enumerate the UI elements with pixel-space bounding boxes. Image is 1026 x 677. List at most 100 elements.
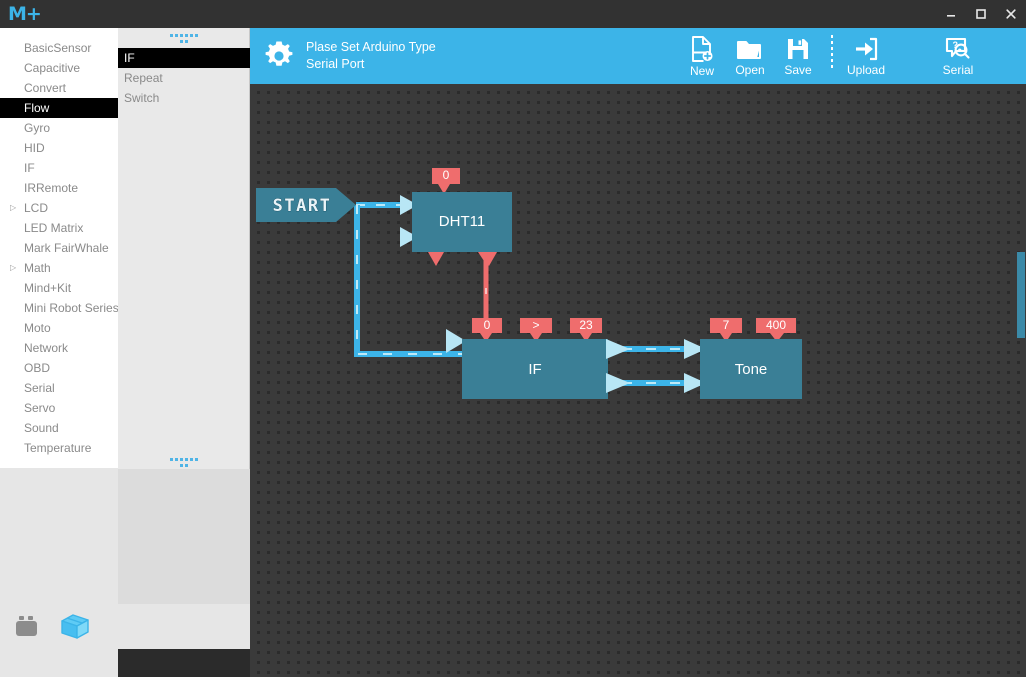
sidebar-item-label: Temperature (24, 441, 92, 455)
window-controls (936, 0, 1026, 28)
sidebar-item-label: Mini Robot Series (24, 301, 118, 315)
sidebar-item-obd[interactable]: OBD (0, 358, 118, 378)
minimize-icon (947, 15, 955, 17)
upload-button[interactable]: Upload (842, 28, 890, 84)
dht11-label: DHT11 (439, 213, 485, 230)
dot (189, 458, 193, 461)
sidebar-item-sound[interactable]: Sound (0, 418, 118, 438)
tone-param-1-value: 400 (766, 318, 786, 332)
maximize-button[interactable] (966, 0, 996, 28)
blocks-list[interactable]: IF Repeat Switch (118, 48, 250, 108)
dot (174, 458, 178, 461)
dot (184, 40, 188, 43)
main-toolbar: Plase Set Arduino Type Serial Port New O… (250, 28, 1026, 84)
sidebar-item-serial[interactable]: Serial (0, 378, 118, 398)
sidebar-item-label: HID (24, 141, 45, 155)
window-title-bar: M+ (0, 0, 1026, 28)
if-param-1[interactable]: > (520, 318, 552, 342)
sidebar-item-hid[interactable]: HID (0, 138, 118, 158)
sidebar-item-mini-robot-series[interactable]: Mini Robot Series (0, 298, 118, 318)
serial-port-text: Serial Port (306, 57, 365, 71)
open-folder-icon (737, 40, 761, 59)
panel-drag-handle-bottom[interactable] (169, 458, 199, 468)
block-item-switch[interactable]: Switch (118, 88, 250, 108)
serial-monitor-icon: ? (945, 37, 970, 59)
maximize-icon (976, 9, 986, 19)
dot (179, 40, 183, 43)
save-disk-icon (788, 38, 808, 59)
minimize-button[interactable] (936, 0, 966, 28)
tone-param-0-value: 7 (723, 318, 730, 332)
sidebar-item-basicsensor[interactable]: BasicSensor (0, 38, 118, 58)
open-button-label: Open (735, 62, 765, 77)
new-button[interactable]: New (678, 28, 726, 84)
sidebar-item-network[interactable]: Network (0, 338, 118, 358)
gear-icon (265, 41, 293, 66)
node-start[interactable]: START (256, 188, 356, 222)
if-output-port-true[interactable] (606, 339, 630, 359)
blocks-panel: IF Repeat Switch (118, 28, 250, 469)
sidebar-item-flow[interactable]: Flow (0, 98, 118, 118)
sidebar-item-mark-fairwhale[interactable]: Mark FairWhale (0, 238, 118, 258)
blocks-panel-under-area (118, 469, 250, 604)
chevron-right-icon: ▷ (10, 203, 17, 212)
serial-button-label: Serial (942, 62, 974, 77)
flow-diagram: START 0 DHT11 0 > 23 IF 7 400 Tone (256, 168, 802, 399)
node-tone[interactable]: 7 400 Tone (684, 318, 802, 399)
sidebar-item-irremote[interactable]: IRRemote (0, 178, 118, 198)
canvas-scrollbar-thumb[interactable] (1017, 252, 1025, 338)
save-button[interactable]: Save (774, 28, 822, 84)
category-list[interactable]: BasicSensor Capacitive Convert Flow Gyro HID I… (0, 28, 118, 468)
tone-label: Tone (735, 361, 768, 378)
upload-icon (856, 37, 878, 60)
if-param-2[interactable]: 23 (570, 318, 602, 342)
board-icon[interactable] (14, 614, 44, 640)
dot (179, 34, 183, 37)
sidebar-item-if[interactable]: IF (0, 158, 118, 178)
tone-param-1[interactable]: 400 (756, 318, 796, 342)
if-output-port-false[interactable] (606, 373, 630, 393)
node-if[interactable]: 0 > 23 IF (446, 318, 630, 399)
dot (194, 458, 198, 461)
dot (189, 34, 193, 37)
sidebar-item-capacitive[interactable]: Capacitive (0, 58, 118, 78)
block-item-if[interactable]: IF (118, 48, 250, 68)
dht11-param-0[interactable]: 0 (432, 168, 460, 194)
open-button[interactable]: Open (726, 28, 774, 84)
if-param-2-value: 23 (579, 318, 593, 332)
board-status-label: Plase Set Arduino Type Serial Port (306, 39, 436, 73)
sidebar-item-gyro[interactable]: Gyro (0, 118, 118, 138)
sidebar-item-temperature[interactable]: Temperature (0, 438, 118, 458)
library-box-icon[interactable] (58, 612, 92, 642)
sidebar-item-convert[interactable]: Convert (0, 78, 118, 98)
toolbar-divider (831, 34, 833, 69)
sidebar-item-lcd[interactable]: ▷ LCD (0, 198, 118, 218)
tone-param-0[interactable]: 7 (710, 318, 742, 342)
block-item-repeat[interactable]: Repeat (118, 68, 250, 88)
node-dht11[interactable]: 0 DHT11 (400, 168, 512, 252)
if-param-0[interactable]: 0 (472, 318, 502, 342)
sidebar-item-mind-kit[interactable]: Mind+Kit (0, 278, 118, 298)
new-file-icon (692, 35, 713, 62)
sidebar-item-label: Sound (24, 421, 59, 435)
sidebar-item-moto[interactable]: Moto (0, 318, 118, 338)
sidebar-item-label: LED Matrix (24, 221, 84, 235)
sidebar-item-led-matrix[interactable]: LED Matrix (0, 218, 118, 238)
if-param-0-value: 0 (484, 318, 491, 332)
sidebar-bottom-toolbar (0, 604, 250, 649)
panel-drag-handle-top[interactable] (169, 34, 199, 44)
sidebar-item-servo[interactable]: Servo (0, 398, 118, 418)
toolbar-buttons: New Open Save Upload ? Serial (678, 28, 1026, 84)
close-icon (1006, 9, 1016, 19)
sidebar-item-math[interactable]: ▷ Math (0, 258, 118, 278)
dot (194, 34, 198, 37)
sidebar-item-label: Serial (24, 381, 55, 395)
flow-canvas[interactable]: START 0 DHT11 0 > 23 IF 7 400 Tone (250, 84, 1026, 677)
wire-dht11-output-stub (428, 252, 444, 266)
board-settings-button[interactable] (264, 41, 294, 71)
sidebar-item-label: OBD (24, 361, 51, 375)
sidebar-item-label: Convert (24, 81, 67, 95)
canvas-vertical-scrollbar[interactable] (1016, 84, 1026, 677)
serial-button[interactable]: ? Serial (934, 28, 982, 84)
close-button[interactable] (996, 0, 1026, 28)
